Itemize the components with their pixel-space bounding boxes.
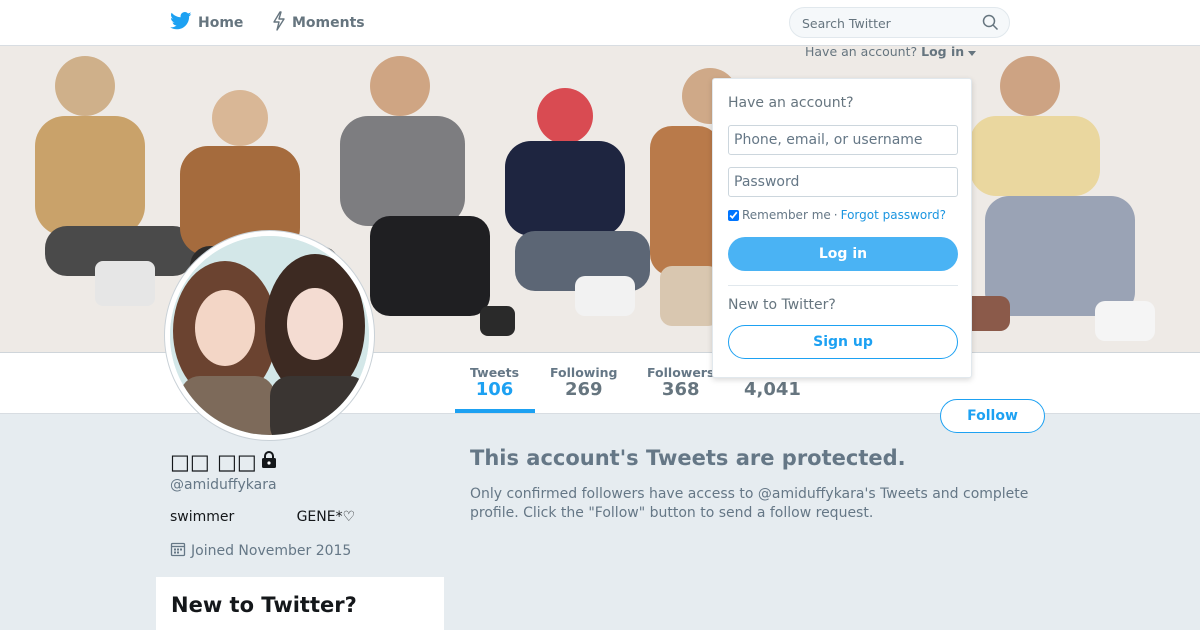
separator-dot: · bbox=[833, 208, 838, 222]
avatar-photo bbox=[170, 236, 369, 435]
lock-icon bbox=[261, 450, 277, 474]
new-to-twitter-heading: New to Twitter? bbox=[728, 297, 836, 313]
stat-label: Following bbox=[550, 365, 618, 380]
nav-home[interactable]: Home bbox=[170, 12, 243, 34]
profile-joined-text: Joined November 2015 bbox=[191, 543, 352, 559]
profile-joined: Joined November 2015 bbox=[170, 541, 351, 561]
stat-tweets[interactable]: Tweets 106 bbox=[470, 365, 519, 400]
signup-card-title: New to Twitter? bbox=[171, 593, 357, 617]
search-icon[interactable] bbox=[982, 14, 999, 35]
signup-button[interactable]: Sign up bbox=[728, 325, 958, 359]
stat-label: Followers bbox=[647, 365, 715, 380]
stat-value: 368 bbox=[661, 379, 700, 400]
nav-home-label: Home bbox=[198, 15, 244, 31]
stat-followers[interactable]: Followers 368 bbox=[647, 365, 714, 400]
login-dropdown-toggle[interactable]: Log in bbox=[921, 44, 964, 59]
nav-moments-label: Moments bbox=[292, 15, 365, 31]
stat-label: Tweets bbox=[470, 365, 520, 380]
remember-row: Remember me · Forgot password? bbox=[728, 208, 946, 222]
password-input[interactable] bbox=[728, 167, 958, 197]
divider bbox=[728, 285, 958, 286]
remember-checkbox[interactable] bbox=[728, 209, 739, 221]
twitter-bird-icon bbox=[170, 12, 192, 34]
stat-following[interactable]: Following 269 bbox=[550, 365, 617, 400]
login-dropdown: Have an account? Remember me · Forgot pa… bbox=[712, 78, 972, 378]
avatar[interactable] bbox=[165, 231, 374, 440]
active-tab-indicator bbox=[455, 409, 535, 413]
stat-value: 106 bbox=[475, 379, 514, 400]
follow-button[interactable]: Follow bbox=[940, 399, 1045, 433]
protected-text: Only confirmed followers have access to … bbox=[470, 486, 1029, 521]
caret-down-icon[interactable] bbox=[968, 44, 977, 59]
search-input[interactable] bbox=[802, 14, 972, 32]
account-hint-text: Have an account? bbox=[805, 44, 918, 59]
stat-value: 269 bbox=[564, 379, 603, 400]
profile-bio: swimmer GENE*♡ bbox=[170, 509, 356, 525]
login-heading: Have an account? bbox=[728, 95, 854, 111]
stat-value: 4,041 bbox=[744, 379, 801, 400]
signup-card: New to Twitter? bbox=[156, 577, 444, 630]
forgot-password-link[interactable]: Forgot password? bbox=[841, 208, 946, 222]
profile-name: □□ □□ bbox=[170, 450, 277, 474]
remember-label: Remember me bbox=[742, 208, 831, 222]
profile-handle[interactable]: @amiduffykara bbox=[170, 477, 277, 493]
search-box bbox=[789, 7, 1010, 38]
profile-name-text: □□ □□ bbox=[170, 450, 257, 474]
nav-moments[interactable]: Moments bbox=[272, 11, 365, 35]
moments-bolt-icon bbox=[272, 11, 286, 35]
account-hint: Have an account? Log in bbox=[805, 44, 977, 59]
calendar-icon bbox=[170, 541, 186, 561]
login-button[interactable]: Log in bbox=[728, 237, 958, 271]
username-input[interactable] bbox=[728, 125, 958, 155]
protected-title: This account's Tweets are protected. bbox=[470, 446, 906, 470]
top-nav: Home Moments bbox=[0, 0, 1200, 46]
